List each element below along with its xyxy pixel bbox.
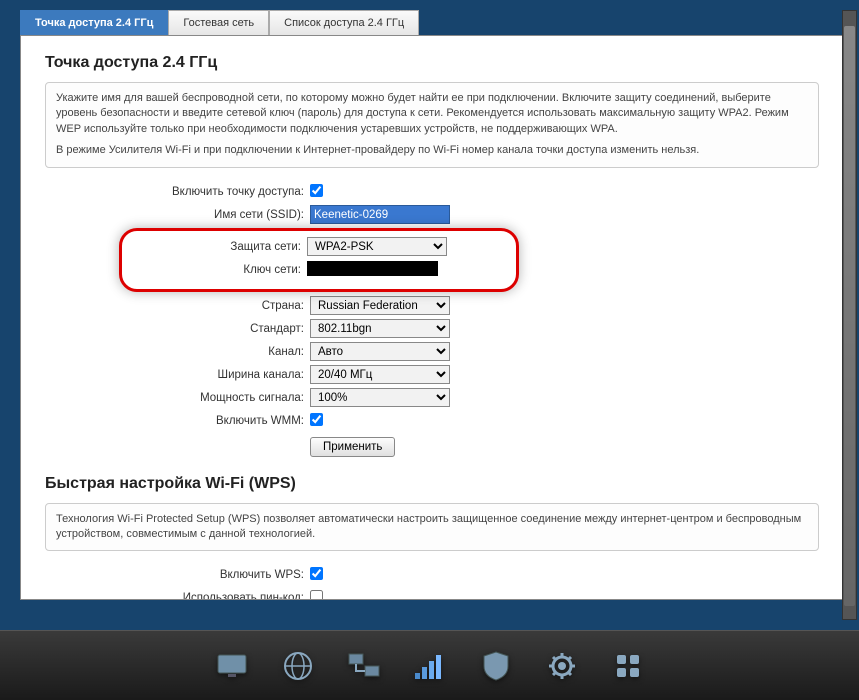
- select-power[interactable]: 100%: [310, 388, 450, 407]
- label-key: Ключ сети:: [122, 264, 307, 276]
- input-network-key[interactable]: [307, 261, 438, 276]
- tab-guest-network[interactable]: Гостевая сеть: [168, 10, 269, 35]
- label-use-pin: Использовать пин-код:: [45, 592, 310, 600]
- tab-access-point[interactable]: Точка доступа 2.4 ГГц: [20, 10, 168, 35]
- input-ssid[interactable]: [310, 205, 450, 224]
- label-width: Ширина канала:: [45, 369, 310, 381]
- network-icon[interactable]: [346, 648, 382, 684]
- select-security[interactable]: WPA2-PSK: [307, 237, 447, 256]
- label-standard: Стандарт:: [45, 323, 310, 335]
- tab-bar: Точка доступа 2.4 ГГц Гостевая сеть Спис…: [20, 10, 844, 35]
- gear-icon[interactable]: [544, 648, 580, 684]
- main-panel: Точка доступа 2.4 ГГц Укажите имя для ва…: [20, 35, 844, 600]
- label-channel: Канал:: [45, 346, 310, 358]
- highlighted-security-zone: Защита сети: WPA2-PSK Ключ сети:: [119, 228, 519, 292]
- help-text-ap: Укажите имя для вашей беспроводной сети,…: [45, 82, 819, 168]
- scrollbar-thumb[interactable]: [844, 26, 855, 606]
- checkbox-enable-ap[interactable]: [310, 184, 323, 197]
- apply-button-ap[interactable]: Применить: [310, 437, 395, 457]
- section-heading-wps: Быстрая настройка Wi-Fi (WPS): [45, 475, 819, 493]
- section-heading-ap: Точка доступа 2.4 ГГц: [45, 54, 819, 72]
- monitor-icon[interactable]: [214, 648, 250, 684]
- label-enable-wps: Включить WPS:: [45, 569, 310, 581]
- label-wmm: Включить WMM:: [45, 415, 310, 427]
- label-power: Мощность сигнала:: [45, 392, 310, 404]
- globe-icon[interactable]: [280, 648, 316, 684]
- select-country[interactable]: Russian Federation: [310, 296, 450, 315]
- help-paragraph-2: В режиме Усилителя Wi-Fi и при подключен…: [56, 143, 808, 158]
- label-security: Защита сети:: [122, 241, 307, 253]
- select-channel[interactable]: Авто: [310, 342, 450, 361]
- checkbox-enable-wps[interactable]: [310, 567, 323, 580]
- shield-icon[interactable]: [478, 648, 514, 684]
- select-standard[interactable]: 802.11bgn: [310, 319, 450, 338]
- select-channel-width[interactable]: 20/40 МГц: [310, 365, 450, 384]
- apps-grid-icon[interactable]: [610, 648, 646, 684]
- help-paragraph-1: Укажите имя для вашей беспроводной сети,…: [56, 91, 808, 137]
- checkbox-wmm[interactable]: [310, 413, 323, 426]
- label-enable-ap: Включить точку доступа:: [45, 186, 310, 198]
- label-ssid: Имя сети (SSID):: [45, 209, 310, 221]
- checkbox-use-pin[interactable]: [310, 590, 323, 600]
- bottom-dock: [0, 630, 859, 700]
- scrollbar[interactable]: [842, 10, 857, 620]
- label-country: Страна:: [45, 300, 310, 312]
- tab-access-list[interactable]: Список доступа 2.4 ГГц: [269, 10, 419, 35]
- help-text-wps: Технология Wi-Fi Protected Setup (WPS) п…: [45, 503, 819, 552]
- wifi-bars-icon[interactable]: [412, 648, 448, 684]
